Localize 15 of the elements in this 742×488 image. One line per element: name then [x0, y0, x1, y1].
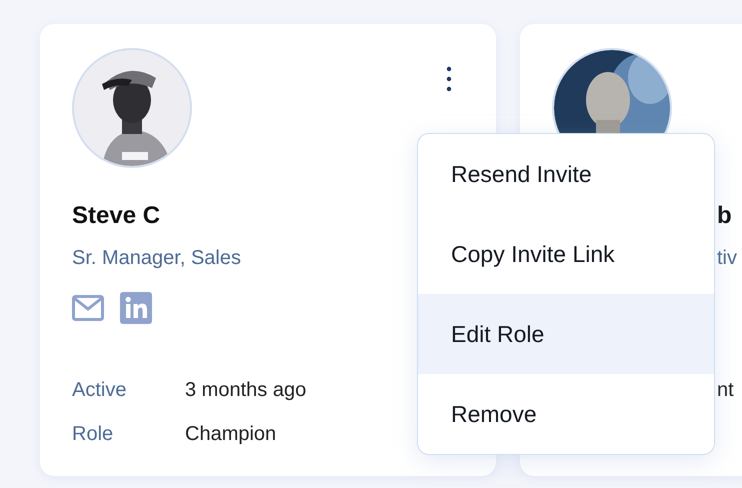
menu-item[interactable]: Resend Invite: [418, 134, 714, 214]
field-value: Champion: [185, 422, 276, 446]
field-label: Role: [72, 422, 114, 446]
linkedin-icon[interactable]: [120, 292, 152, 324]
more-options-icon[interactable]: [446, 66, 452, 92]
menu-item[interactable]: Remove: [418, 374, 714, 454]
field-label: Active: [72, 378, 128, 402]
menu-item[interactable]: Copy Invite Link: [418, 214, 714, 294]
field-value: nt: [717, 378, 734, 402]
job-title: tiv: [717, 246, 738, 271]
menu-item[interactable]: Edit Role: [418, 294, 714, 374]
email-icon[interactable]: [72, 295, 104, 321]
person-name: b: [717, 201, 733, 231]
person-name: Steve C: [72, 201, 162, 231]
field-value: 3 months ago: [185, 378, 306, 402]
